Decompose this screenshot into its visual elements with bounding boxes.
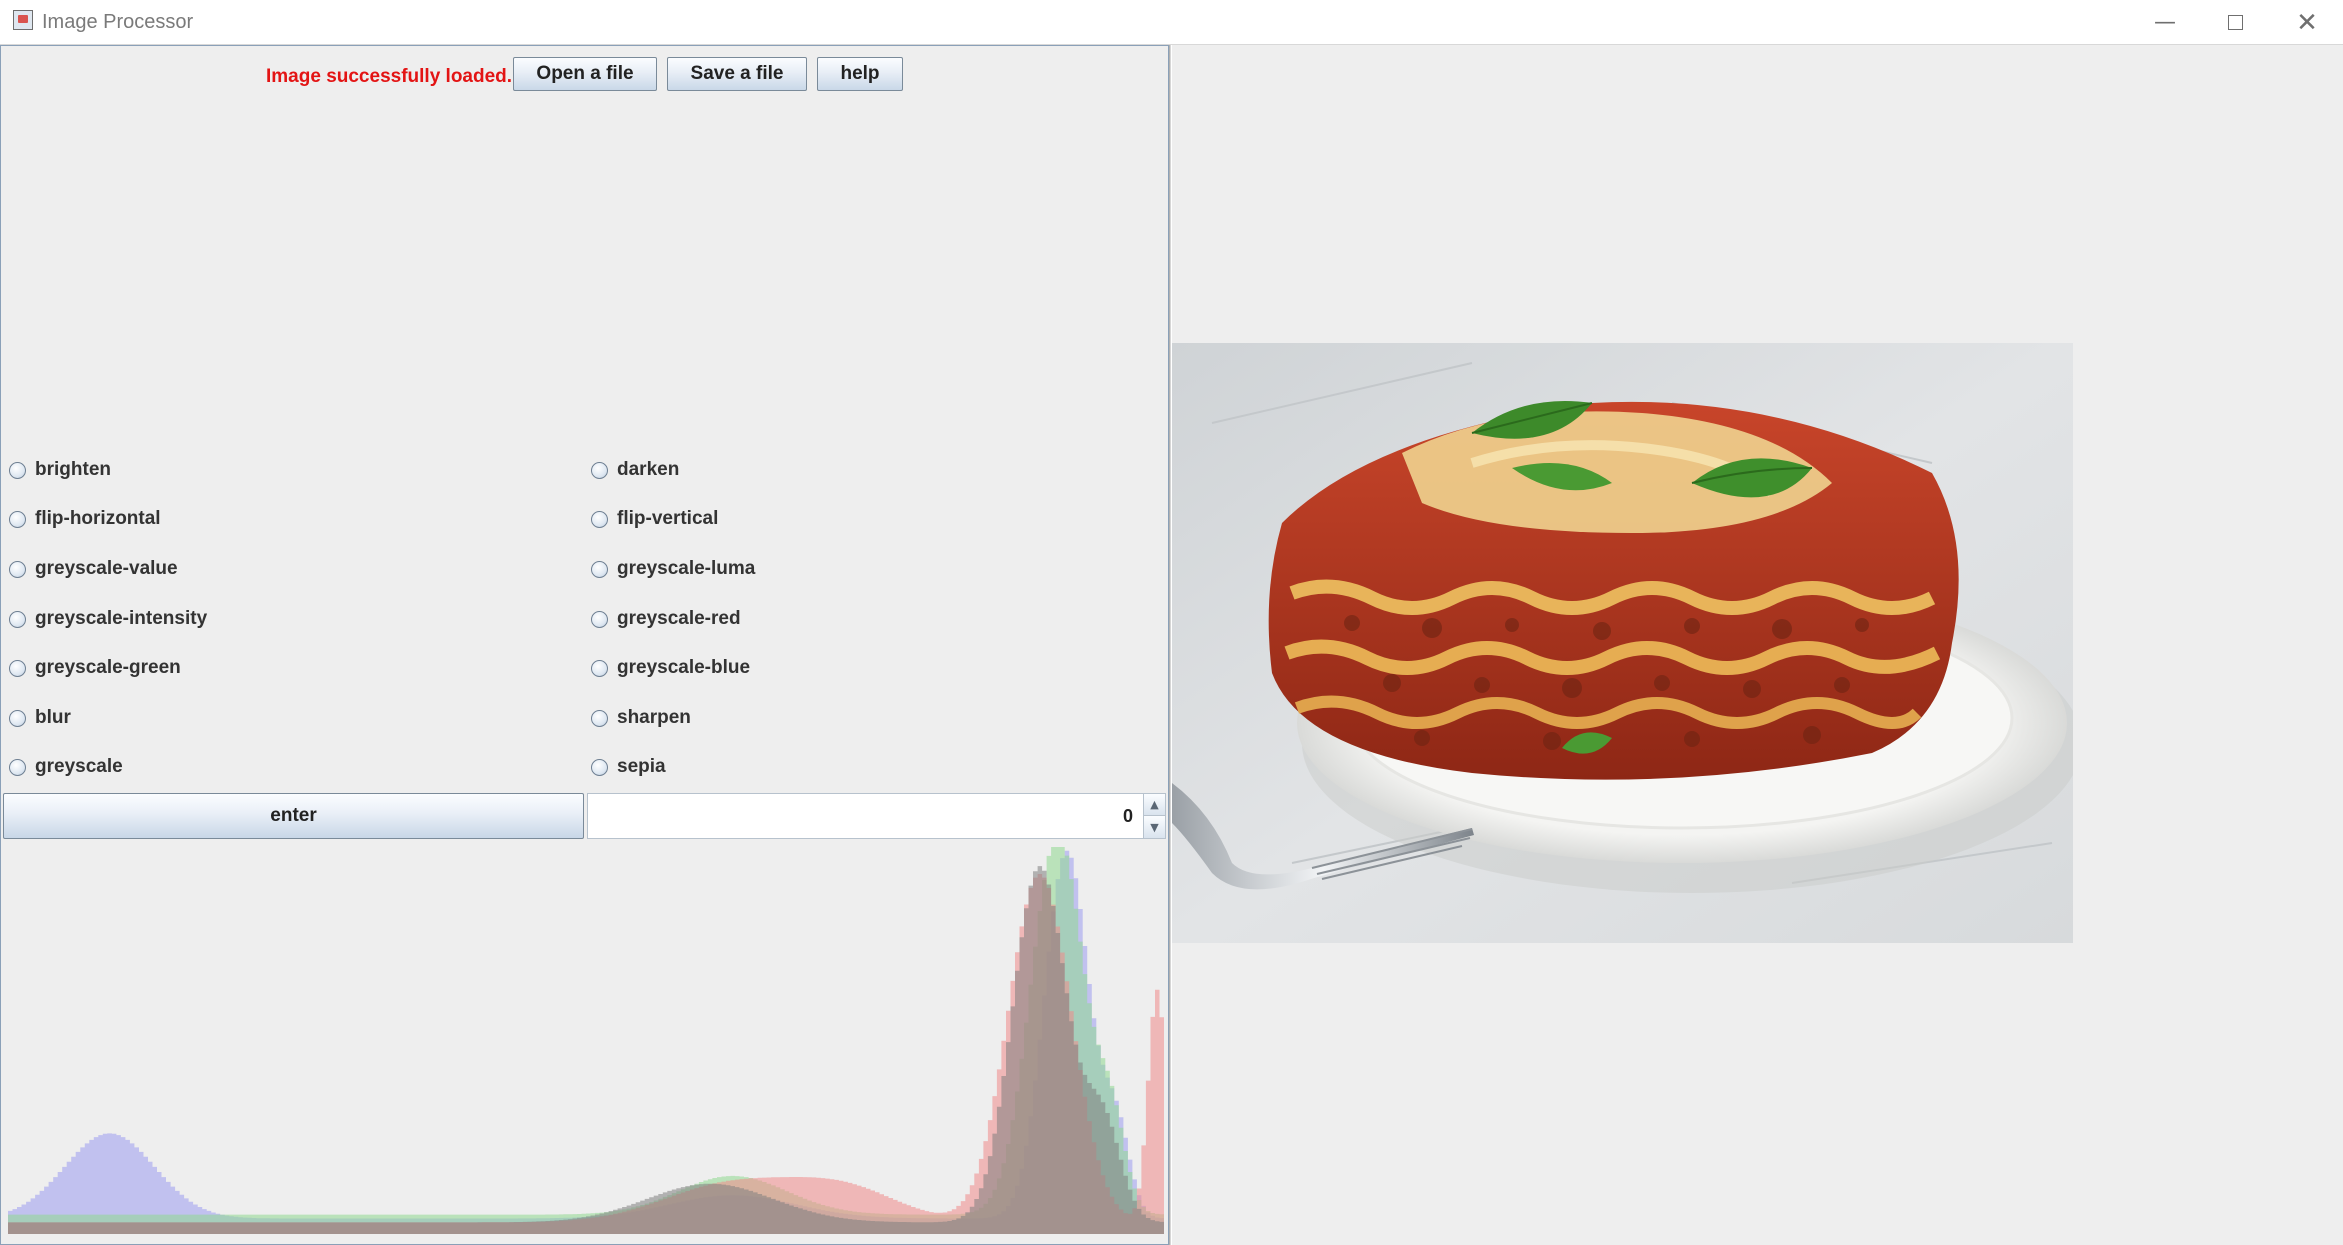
spinner-down-icon[interactable]: ▼ <box>1143 816 1165 838</box>
radio-greyscale[interactable]: greyscale <box>9 753 123 781</box>
histogram-intensity-series <box>8 866 1164 1234</box>
radio-label: darken <box>617 459 680 480</box>
radio-flip-vertical[interactable]: flip-vertical <box>591 505 718 533</box>
radio-circle-icon[interactable] <box>591 709 608 727</box>
radio-circle-icon[interactable] <box>591 758 608 776</box>
radio-sepia[interactable]: sepia <box>591 753 666 781</box>
window-title: Image Processor <box>42 11 194 33</box>
radio-circle-icon[interactable] <box>591 461 608 479</box>
amount-spinner[interactable]: 0 ▲ ▼ <box>587 793 1166 839</box>
title-bar: Image Processor — ✕ <box>0 0 2343 45</box>
radio-blur[interactable]: blur <box>9 704 71 732</box>
save-file-button[interactable]: Save a file <box>667 57 807 91</box>
java-app-icon <box>13 10 33 30</box>
radio-circle-icon[interactable] <box>591 560 608 578</box>
radio-greyscale-intensity[interactable]: greyscale-intensity <box>9 605 207 633</box>
radio-circle-icon[interactable] <box>9 610 26 628</box>
spinner-up-icon[interactable]: ▲ <box>1143 794 1165 816</box>
radio-label: greyscale-intensity <box>35 608 208 629</box>
radio-label: greyscale-blue <box>617 657 751 678</box>
radio-label: greyscale-red <box>617 608 741 629</box>
radio-circle-icon[interactable] <box>9 510 26 528</box>
radio-sharpen[interactable]: sharpen <box>591 704 691 732</box>
spinner-value[interactable]: 0 <box>1123 806 1133 827</box>
status-message: Image successfully loaded. <box>266 66 513 87</box>
radio-circle-icon[interactable] <box>9 659 26 677</box>
radio-label: greyscale <box>35 756 123 777</box>
open-file-button[interactable]: Open a file <box>513 57 657 91</box>
close-icon[interactable]: ✕ <box>2272 0 2342 45</box>
loaded-image-lasagna <box>1172 343 2073 943</box>
radio-label: greyscale-value <box>35 558 178 579</box>
minimize-icon[interactable]: — <box>2130 0 2200 45</box>
radio-label: sharpen <box>617 707 691 728</box>
radio-circle-icon[interactable] <box>9 709 26 727</box>
radio-greyscale-luma[interactable]: greyscale-luma <box>591 555 755 583</box>
help-button[interactable]: help <box>817 57 903 91</box>
radio-label: brighten <box>35 459 111 480</box>
radio-greyscale-blue[interactable]: greyscale-blue <box>591 654 750 682</box>
radio-flip-horizontal[interactable]: flip-horizontal <box>9 505 161 533</box>
radio-label: flip-horizontal <box>35 508 161 529</box>
radio-brighten[interactable]: brighten <box>9 456 111 484</box>
radio-greyscale-value[interactable]: greyscale-value <box>9 555 178 583</box>
radio-circle-icon[interactable] <box>9 461 26 479</box>
rgb-histogram <box>8 847 1164 1234</box>
radio-circle-icon[interactable] <box>9 560 26 578</box>
radio-label: flip-vertical <box>617 508 719 529</box>
maximize-icon[interactable] <box>2200 0 2270 45</box>
radio-circle-icon[interactable] <box>591 610 608 628</box>
radio-circle-icon[interactable] <box>9 758 26 776</box>
radio-greyscale-green[interactable]: greyscale-green <box>9 654 181 682</box>
radio-darken[interactable]: darken <box>591 456 679 484</box>
enter-button[interactable]: enter <box>3 793 584 839</box>
radio-label: greyscale-luma <box>617 558 756 579</box>
radio-label: sepia <box>617 756 666 777</box>
radio-greyscale-red[interactable]: greyscale-red <box>591 605 741 633</box>
radio-circle-icon[interactable] <box>591 659 608 677</box>
radio-label: blur <box>35 707 71 728</box>
radio-circle-icon[interactable] <box>591 510 608 528</box>
radio-label: greyscale-green <box>35 657 181 678</box>
